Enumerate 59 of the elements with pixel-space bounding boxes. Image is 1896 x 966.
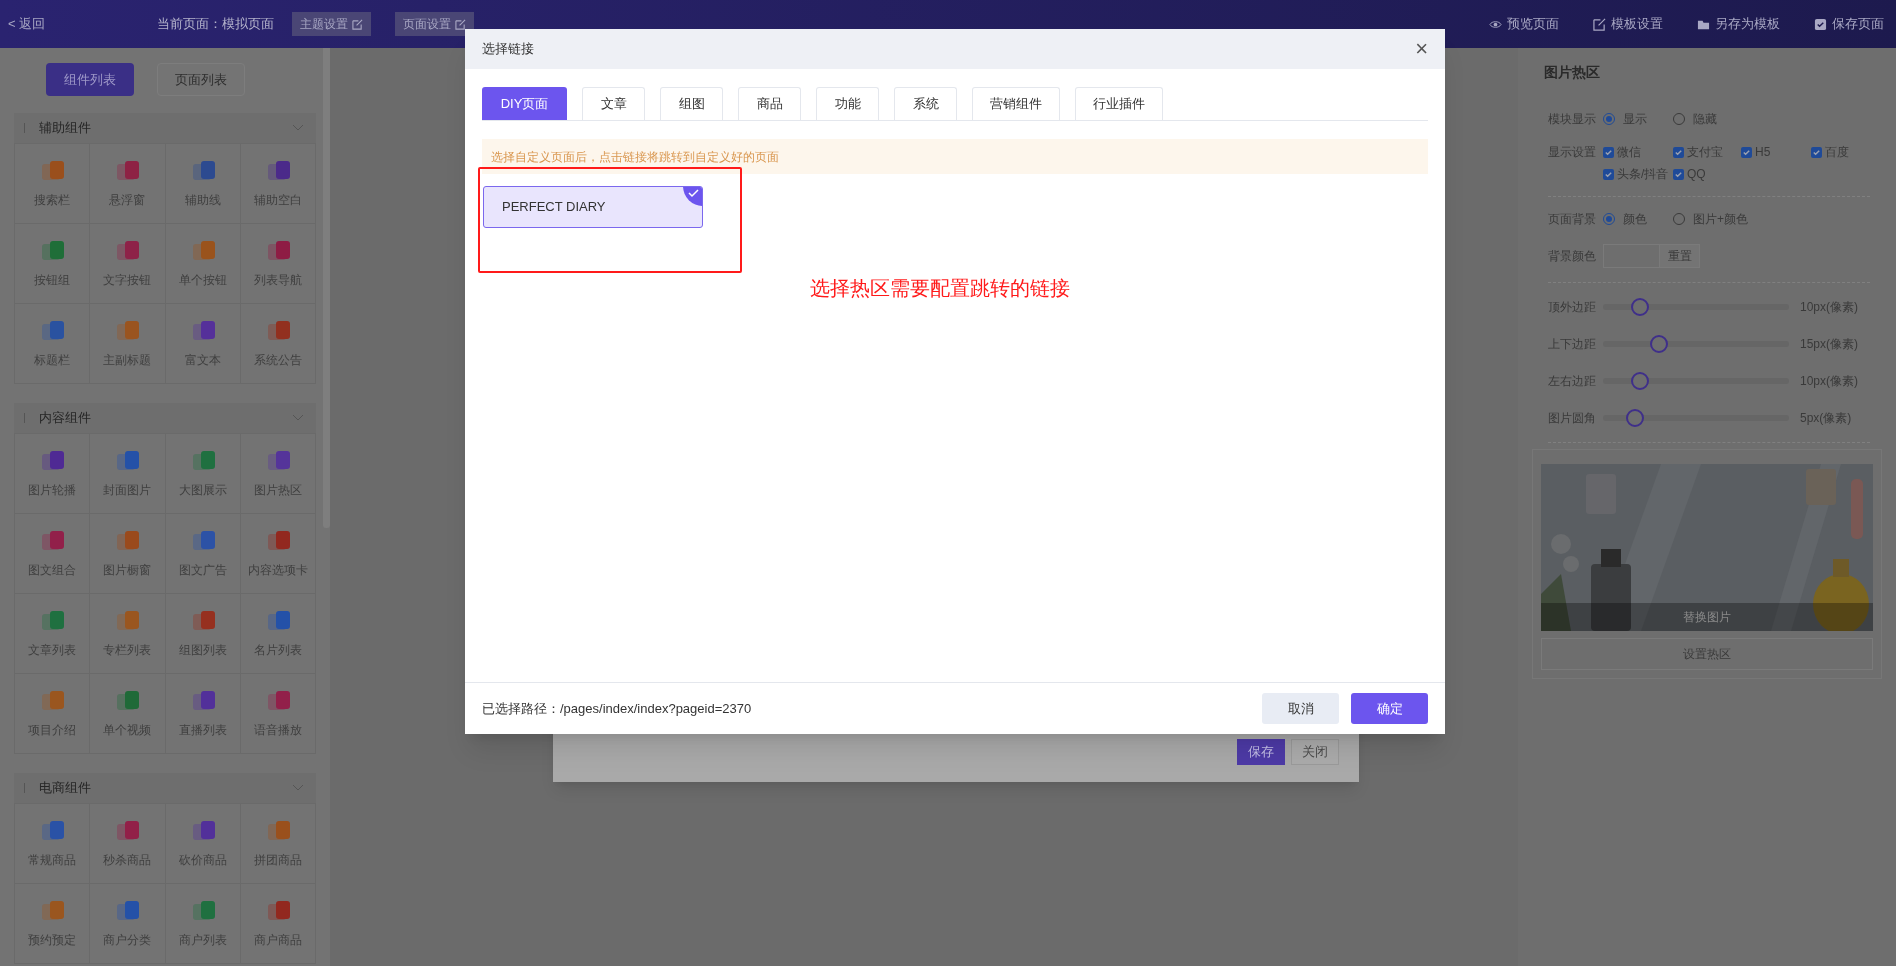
section-title: 内容组件 [39,409,91,428]
chevron-icon [292,414,304,422]
link-tab[interactable]: DIY页面 [482,87,567,120]
check-icon [1604,169,1613,179]
panel-tab[interactable]: 组件列表 [46,63,134,96]
chevron-icon [292,784,304,792]
check-icon [1742,147,1751,157]
selected-path: 已选择路径：/pages/index/index?pageid=2370 [482,699,752,718]
replace-image-button[interactable]: 替换图片 [1541,603,1873,631]
slider-thumb[interactable] [1625,409,1644,427]
panel-tab[interactable]: 页面列表 [157,63,245,96]
back-link[interactable]: < 返回 [8,14,46,34]
section-header[interactable]: 电商组件 [14,773,316,803]
close-button[interactable]: × [1415,38,1428,60]
page-card[interactable]: PERFECT DIARY [483,186,703,228]
panel-title: 图片热区 [1544,63,1601,82]
toolbar-button[interactable]: 模板设置 [1593,14,1663,34]
current-page-label: 当前页面：模拟页面 [157,15,275,34]
edit-icon [352,18,364,30]
scrollbar[interactable] [323,48,330,528]
check-icon [1674,147,1683,157]
toolbar-button[interactable]: 另存为模板 [1697,14,1780,34]
dialog-button[interactable]: 保存 [1237,739,1285,765]
chevron-icon [292,124,304,132]
dialog-title: 选择链接 [482,40,534,59]
slider-thumb[interactable] [1649,335,1668,353]
page-setting-button[interactable]: 页面设置 [395,12,475,36]
toolbar-button[interactable]: 预览页面 [1489,14,1559,34]
checkbox-icon [1814,17,1827,31]
annotation-text: 选择热区需要配置跳转的链接 [810,276,1070,301]
link-tab[interactable]: 商品 [738,87,801,120]
checkmark-icon [683,187,702,206]
section-header[interactable]: 辅助组件 [14,113,316,143]
check-icon [1674,169,1683,179]
slider[interactable] [1603,372,1789,390]
section-title: 辅助组件 [39,119,91,138]
edit-icon [1593,17,1606,31]
dialog-button[interactable]: 关闭 [1291,739,1339,765]
slider[interactable] [1603,298,1789,316]
link-tab[interactable]: 文章 [582,87,645,120]
edit-icon [455,18,467,30]
dialog-button[interactable]: 取消 [1262,693,1339,724]
link-tab[interactable]: 功能 [816,87,879,120]
check-icon [1812,147,1821,157]
check-icon [1604,147,1613,157]
section-title: 电商组件 [39,779,91,798]
notice-bar: 选择自定义页面后，点击链接将跳转到自定义好的页面 [482,139,1428,174]
slider-thumb[interactable] [1631,372,1650,390]
page-setting-button[interactable]: 主题设置 [292,12,372,36]
slider-thumb[interactable] [1631,298,1650,316]
link-tab[interactable]: 组图 [660,87,723,120]
slider[interactable] [1603,335,1789,353]
link-tab[interactable]: 系统 [894,87,957,120]
toolbar-button[interactable]: 保存页面 [1814,14,1884,34]
link-tab[interactable]: 营销组件 [972,87,1060,120]
section-header[interactable]: 内容组件 [14,403,316,433]
dialog-button[interactable]: 确定 [1351,693,1428,724]
slider[interactable] [1603,409,1789,427]
link-tab[interactable]: 行业插件 [1075,87,1163,120]
